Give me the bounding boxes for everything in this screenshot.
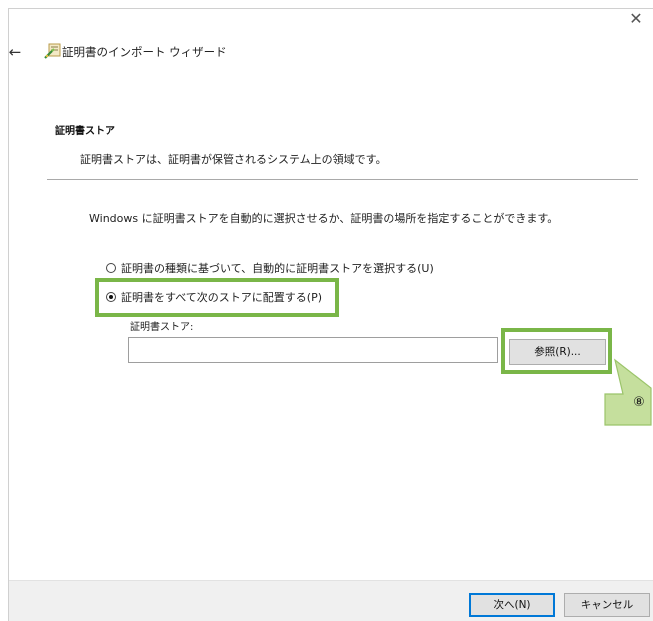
- certificate-wizard-icon: [44, 43, 61, 59]
- section-description: 証明書ストアは、証明書が保管されるシステム上の領域です。: [80, 153, 387, 166]
- back-arrow-icon[interactable]: ←: [4, 42, 26, 62]
- header-panel: 証明書ストア 証明書ストアは、証明書が保管されるシステム上の領域です。: [47, 96, 638, 180]
- cancel-button[interactable]: キャンセル: [564, 593, 650, 617]
- certificate-store-input[interactable]: [128, 337, 498, 363]
- radio-button-unchecked[interactable]: [106, 263, 116, 273]
- wizard-footer: 次へ(N) キャンセル: [9, 580, 653, 621]
- certificate-store-label: 証明書ストア:: [130, 322, 194, 333]
- next-button[interactable]: 次へ(N): [469, 593, 555, 617]
- callout-number: ⑧: [633, 395, 645, 410]
- radio-auto-label: 証明書の種類に基づいて、自動的に証明書ストアを選択する(U): [121, 262, 434, 275]
- radio-auto-select[interactable]: 証明書の種類に基づいて、自動的に証明書ストアを選択する(U): [106, 260, 434, 276]
- header-divider: [47, 179, 638, 180]
- intro-text: Windows に証明書ストアを自動的に選択させるか、証明書の場所を指定すること…: [89, 212, 559, 225]
- callout-bubble: [604, 358, 652, 426]
- close-button[interactable]: ✕: [625, 8, 647, 30]
- highlight-box-radio: [95, 278, 339, 317]
- wizard-title: 証明書のインポート ウィザード: [62, 45, 227, 59]
- section-title: 証明書ストア: [55, 126, 115, 137]
- highlight-box-browse: [501, 328, 612, 374]
